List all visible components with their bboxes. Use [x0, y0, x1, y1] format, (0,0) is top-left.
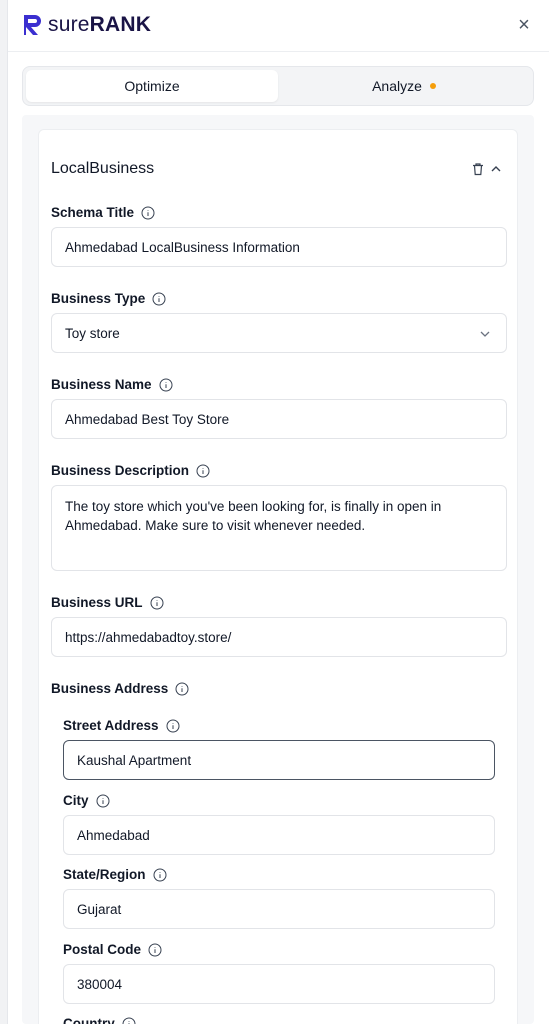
- info-icon[interactable]: [153, 868, 167, 882]
- tab-analyze[interactable]: Analyze: [278, 70, 530, 102]
- info-icon[interactable]: [122, 1017, 136, 1024]
- brand-name-light: sure: [48, 13, 90, 36]
- schema-card-localbusiness: LocalBusiness Schema Title Ahmedabad Loc…: [38, 129, 518, 1024]
- schema-scroll-area[interactable]: LocalBusiness Schema Title Ahmedabad Loc…: [22, 115, 534, 1024]
- info-icon[interactable]: [152, 292, 166, 306]
- trash-icon[interactable]: [471, 162, 485, 176]
- brand-name-bold: RANK: [89, 13, 152, 36]
- city-label: City: [63, 793, 110, 808]
- info-icon[interactable]: [96, 794, 110, 808]
- info-icon[interactable]: [175, 682, 189, 696]
- surerank-panel: sureRANK × Optimize Analyze LocalBusines…: [8, 0, 549, 1024]
- business-description-textarea[interactable]: The toy store which you've been looking …: [51, 485, 507, 571]
- info-icon[interactable]: [159, 378, 173, 392]
- state-region-label: State/Region: [63, 867, 167, 882]
- schema-card-title: LocalBusiness: [51, 160, 155, 177]
- business-url-label: Business URL: [51, 595, 164, 610]
- schema-title-label: Schema Title: [51, 205, 155, 220]
- business-name-label: Business Name: [51, 377, 173, 392]
- tab-analyze-label: Analyze: [372, 78, 422, 94]
- business-url-input[interactable]: https://ahmedabadtoy.store/: [51, 617, 507, 657]
- country-label: Country: [63, 1016, 136, 1024]
- street-address-input[interactable]: Kaushal Apartment: [63, 740, 495, 780]
- analyze-status-dot: [429, 83, 436, 89]
- city-input[interactable]: Ahmedabad: [63, 815, 495, 855]
- close-icon: ×: [518, 14, 530, 36]
- mode-tabs: Optimize Analyze: [22, 66, 534, 106]
- business-name-input[interactable]: Ahmedabad Best Toy Store: [51, 399, 507, 439]
- tab-optimize-label: Optimize: [124, 78, 180, 94]
- state-region-input[interactable]: Gujarat: [63, 889, 495, 929]
- schema-title-input[interactable]: Ahmedabad LocalBusiness Information: [51, 227, 507, 267]
- street-address-label: Street Address: [63, 718, 180, 733]
- tab-optimize[interactable]: Optimize: [26, 70, 278, 102]
- left-edge-strip: [0, 0, 8, 1024]
- info-icon[interactable]: [166, 719, 180, 733]
- business-type-value: Toy store: [65, 325, 120, 341]
- info-icon[interactable]: [148, 943, 162, 957]
- info-icon[interactable]: [141, 206, 155, 220]
- surerank-logo: sureRANK: [22, 13, 151, 37]
- business-address-label: Business Address: [51, 681, 189, 696]
- business-description-label: Business Description: [51, 463, 210, 478]
- info-icon[interactable]: [150, 596, 164, 610]
- surerank-logo-icon: [24, 15, 41, 35]
- panel-header: sureRANK ×: [8, 0, 549, 52]
- close-button[interactable]: ×: [513, 14, 535, 36]
- business-type-label: Business Type: [51, 291, 166, 306]
- chevron-down-icon: [480, 331, 490, 337]
- info-icon[interactable]: [196, 464, 210, 478]
- postal-code-input[interactable]: 380004: [63, 964, 495, 1004]
- chevron-up-icon[interactable]: [489, 162, 503, 176]
- business-type-select[interactable]: Toy store: [51, 313, 507, 353]
- postal-code-label: Postal Code: [63, 942, 162, 957]
